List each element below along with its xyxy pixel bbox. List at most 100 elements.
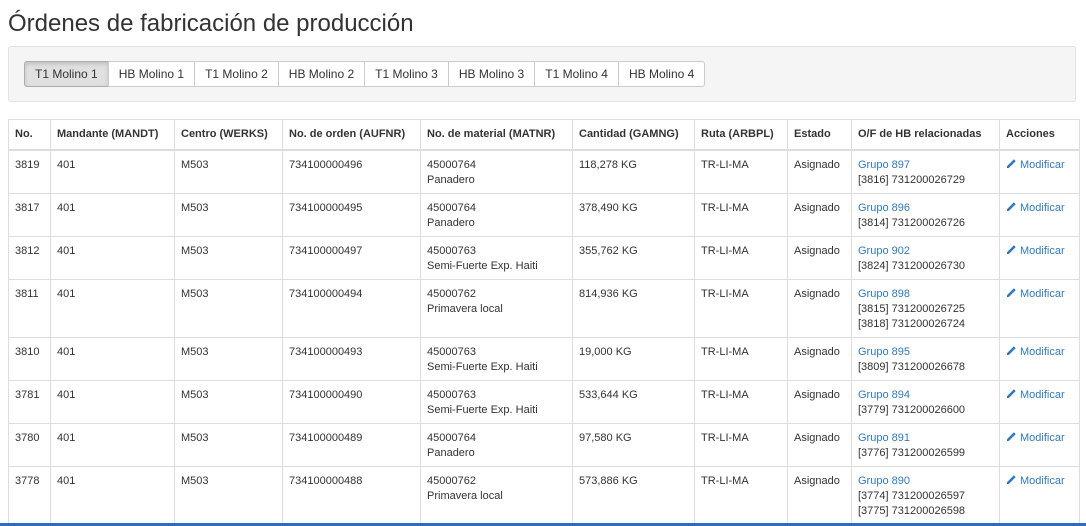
actions-cell: Modificar	[999, 193, 1080, 237]
modify-button[interactable]: Modificar	[1006, 432, 1065, 444]
arbpl-cell: TR-LI-MA	[694, 236, 788, 280]
related-order: [3774] 731200026597	[858, 490, 966, 502]
modify-button[interactable]: Modificar	[1006, 288, 1065, 300]
table-row: 3819 401 M503 734100000496 45000764 Panadero 1…	[8, 149, 1080, 194]
modify-label: Modificar	[1020, 245, 1065, 257]
table-row: 3811 401 M503 734100000494 45000762 Primavera…	[8, 279, 1080, 338]
actions-cell: Modificar	[999, 279, 1080, 338]
estado-cell: Asignado	[787, 380, 852, 424]
mill-tab-bar: T1 Molino 1 HB Molino 1 T1 Molino 2 HB Moli…	[8, 46, 1076, 102]
related-order: [3824] 731200026730	[858, 260, 966, 272]
related-cell: Grupo 897 [3816] 731200026729	[851, 149, 1000, 194]
werks-cell: M503	[174, 380, 283, 424]
arbpl-cell: TR-LI-MA	[694, 423, 788, 467]
actions-cell: Modificar	[999, 149, 1080, 194]
related-order: [3818] 731200026724	[858, 318, 966, 330]
col-mandt-header: Mandante (MANDT)	[50, 119, 175, 151]
row-number: 3812	[8, 236, 51, 280]
related-order: [3809] 731200026678	[858, 361, 966, 373]
estado-cell: Asignado	[787, 279, 852, 338]
col-gamng-header: Cantidad (GAMNG)	[572, 119, 695, 151]
tab-t1-molino-4[interactable]: T1 Molino 4	[534, 61, 619, 87]
modify-button[interactable]: Modificar	[1006, 202, 1065, 214]
tab-t1-molino-2[interactable]: T1 Molino 2	[194, 61, 279, 87]
material-name: Panadero	[427, 174, 475, 186]
table-row: 3810 401 M503 734100000493 45000763 Semi-Fuer…	[8, 337, 1080, 381]
modify-button[interactable]: Modificar	[1006, 389, 1065, 401]
col-acciones-header: Acciones	[999, 119, 1080, 151]
group-link[interactable]: Grupo 897	[858, 158, 993, 173]
material-number: 45000762	[427, 288, 476, 300]
matnr-cell: 45000763 Semi-Fuerte Exp. Haiti	[420, 380, 573, 424]
arbpl-cell: TR-LI-MA	[694, 149, 788, 194]
actions-cell: Modificar	[999, 337, 1080, 381]
aufnr-cell: 734100000496	[282, 149, 421, 194]
group-link[interactable]: Grupo 891	[858, 431, 993, 446]
arbpl-cell: TR-LI-MA	[694, 193, 788, 237]
pencil-icon	[1006, 474, 1017, 490]
tab-hb-molino-4[interactable]: HB Molino 4	[617, 61, 706, 87]
werks-cell: M503	[174, 423, 283, 467]
modify-label: Modificar	[1020, 288, 1065, 300]
group-link[interactable]: Grupo 898	[858, 287, 993, 302]
related-cell: Grupo 902 [3824] 731200026730	[851, 236, 1000, 280]
modify-button[interactable]: Modificar	[1006, 346, 1065, 358]
related-order: [3775] 731200026598	[858, 505, 966, 517]
col-no-header: No.	[8, 119, 51, 151]
arbpl-cell: TR-LI-MA	[694, 380, 788, 424]
modify-button[interactable]: Modificar	[1006, 245, 1065, 257]
related-order: [3776] 731200026599	[858, 447, 966, 459]
matnr-cell: 45000762 Primavera local	[420, 466, 573, 525]
group-link[interactable]: Grupo 894	[858, 388, 993, 403]
material-number: 45000764	[427, 159, 476, 171]
group-link[interactable]: Grupo 902	[858, 244, 993, 259]
werks-cell: M503	[174, 337, 283, 381]
col-arbpl-header: Ruta (ARBPL)	[694, 119, 788, 151]
related-cell: Grupo 898 [3815] 731200026725 [3818] 73120…	[851, 279, 1000, 338]
group-link[interactable]: Grupo 896	[858, 201, 993, 216]
werks-cell: M503	[174, 236, 283, 280]
modify-button[interactable]: Modificar	[1006, 475, 1065, 487]
table-row: 3778 401 M503 734100000488 45000762 Primavera…	[8, 466, 1080, 525]
mandt-cell: 401	[50, 279, 175, 338]
related-cell: Grupo 891 [3776] 731200026599	[851, 423, 1000, 467]
gamng-cell: 533,644 KG	[572, 380, 695, 424]
estado-cell: Asignado	[787, 423, 852, 467]
col-aufnr-header: No. de orden (AUFNR)	[282, 119, 421, 151]
material-number: 45000764	[427, 202, 476, 214]
modify-button[interactable]: Modificar	[1006, 159, 1065, 171]
aufnr-cell: 734100000497	[282, 236, 421, 280]
tab-hb-molino-3[interactable]: HB Molino 3	[447, 61, 536, 87]
tab-t1-molino-3[interactable]: T1 Molino 3	[364, 61, 449, 87]
related-cell: Grupo 895 [3809] 731200026678	[851, 337, 1000, 381]
gamng-cell: 814,936 KG	[572, 279, 695, 338]
tab-hb-molino-2[interactable]: HB Molino 2	[277, 61, 366, 87]
group-link[interactable]: Grupo 895	[858, 345, 993, 360]
row-number: 3778	[8, 466, 51, 525]
tab-t1-molino-1[interactable]: T1 Molino 1	[24, 61, 109, 87]
material-number: 45000763	[427, 389, 476, 401]
material-number: 45000764	[427, 432, 476, 444]
group-link[interactable]: Grupo 890	[858, 474, 993, 489]
material-name: Primavera local	[427, 490, 503, 502]
material-name: Panadero	[427, 447, 475, 459]
aufnr-cell: 734100000494	[282, 279, 421, 338]
arbpl-cell: TR-LI-MA	[694, 466, 788, 525]
pencil-icon	[1006, 287, 1017, 303]
modify-label: Modificar	[1020, 389, 1065, 401]
related-order: [3815] 731200026725	[858, 303, 966, 315]
material-number: 45000763	[427, 245, 476, 257]
orders-table: No. Mandante (MANDT) Centro (WERKS) No. de …	[8, 119, 1080, 525]
tab-hb-molino-1[interactable]: HB Molino 1	[107, 61, 196, 87]
werks-cell: M503	[174, 279, 283, 338]
matnr-cell: 45000763 Semi-Fuerte Exp. Haiti	[420, 236, 573, 280]
related-order: [3779] 731200026600	[858, 404, 966, 416]
table-body: 3819 401 M503 734100000496 45000764 Panadero 1…	[8, 149, 1080, 525]
col-werks-header: Centro (WERKS)	[174, 119, 283, 151]
mandt-cell: 401	[50, 423, 175, 467]
aufnr-cell: 734100000488	[282, 466, 421, 525]
modify-label: Modificar	[1020, 475, 1065, 487]
actions-cell: Modificar	[999, 466, 1080, 525]
table-row: 3817 401 M503 734100000495 45000764 Panadero 3…	[8, 193, 1080, 237]
mill-button-group: T1 Molino 1 HB Molino 1 T1 Molino 2 HB Moli…	[24, 61, 706, 87]
